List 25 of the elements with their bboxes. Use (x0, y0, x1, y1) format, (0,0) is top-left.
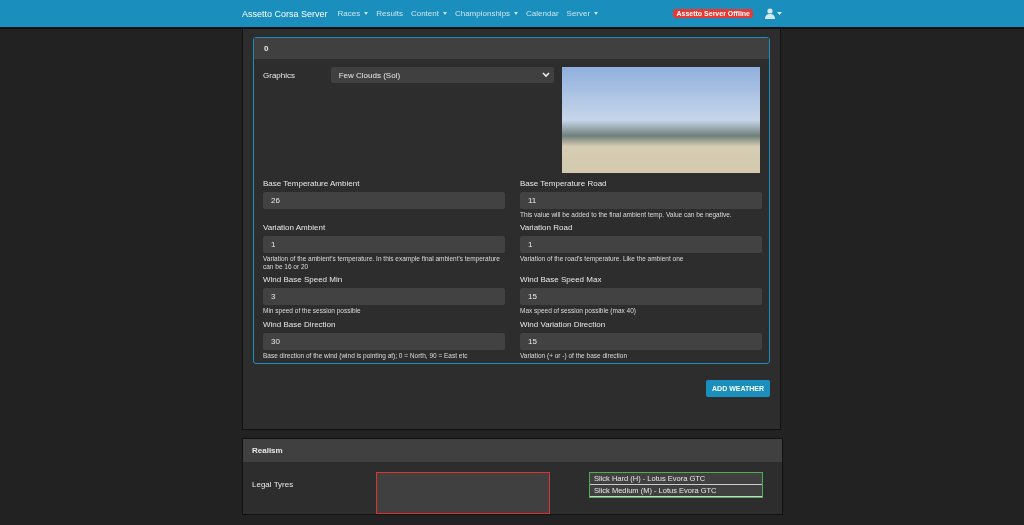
graphics-select[interactable]: Few Clouds (Sol) (330, 67, 554, 83)
realism-card-title: Realism (252, 446, 283, 456)
field-label: Base Temperature Road (520, 179, 608, 188)
input-field[interactable]: 15 (520, 332, 762, 350)
field-label: Variation Ambient (263, 223, 327, 233)
input-field[interactable] (376, 472, 550, 515)
field-label: Graphics (263, 71, 296, 80)
user-menu-icon[interactable] (765, 8, 782, 19)
input-field[interactable]: 30 (263, 332, 505, 350)
field-label: Wind Variation Direction (520, 319, 607, 329)
chevron-icon (541, 72, 550, 78)
input-field[interactable]: 11 (520, 192, 762, 209)
input-field[interactable]: 26 (263, 192, 505, 209)
field-label: Wind Base Speed Min (263, 275, 344, 285)
field-label: Wind Base Speed Max (520, 275, 603, 285)
input-field[interactable]: 1 (520, 236, 762, 254)
input-field[interactable]: 3 (263, 288, 505, 306)
field-label: Legal Tyres (251, 480, 295, 490)
weather-card-title: 0 (264, 44, 269, 53)
input-field[interactable]: 15 (520, 288, 762, 306)
input-field[interactable]: 1 (263, 236, 505, 254)
brand-link[interactable]: Assetto Corsa Server (242, 8, 328, 19)
field-label: Wind Base Direction (263, 319, 337, 329)
field-label: Base Temperature Ambient (263, 179, 361, 188)
field-label: Variation Road (520, 223, 574, 233)
